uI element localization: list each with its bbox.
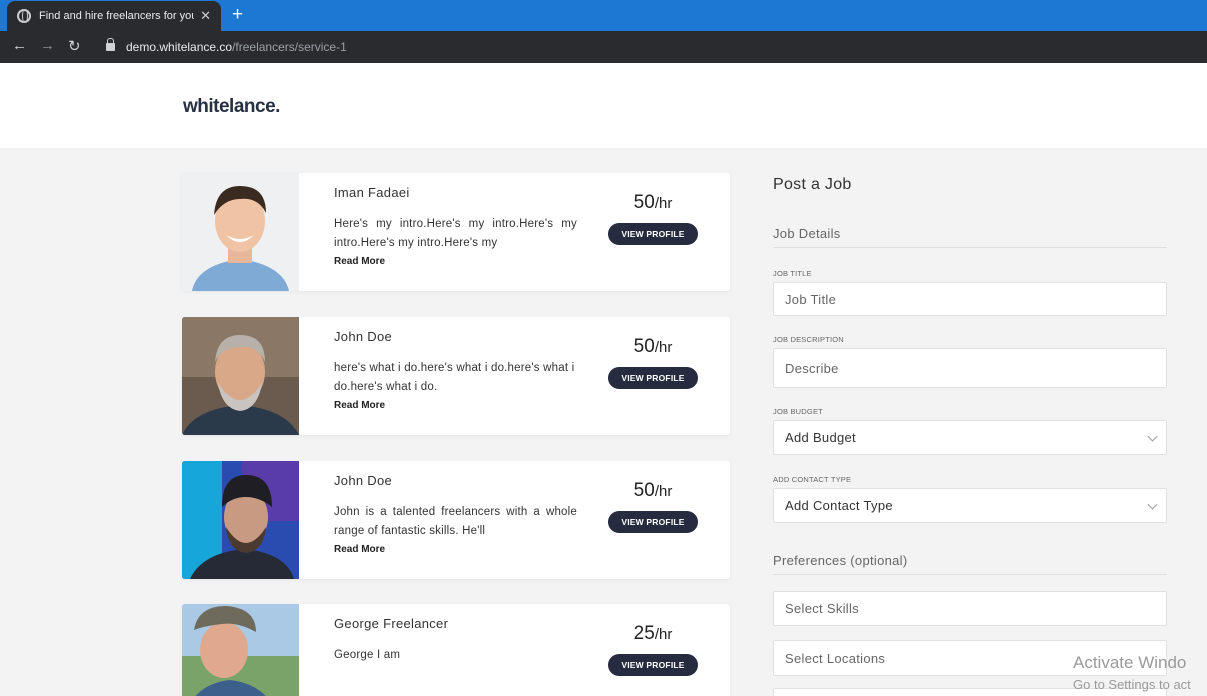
chevron-down-icon: [1147, 431, 1158, 442]
job-title-input[interactable]: Job Title: [773, 282, 1167, 316]
read-more-link[interactable]: Read More: [334, 400, 385, 411]
job-description-input[interactable]: Describe: [773, 348, 1167, 388]
avatar: [182, 317, 299, 435]
job-description-label: JOB DESCRIPTION: [773, 335, 844, 344]
rate-unit: /hr: [654, 483, 673, 500]
back-arrow-icon[interactable]: ←: [12, 37, 27, 54]
site-logo[interactable]: whitelance.: [183, 96, 280, 118]
hourly-rate: 50/hr: [608, 336, 698, 358]
site-header: whitelance.: [0, 63, 1207, 148]
rate-value: 50: [633, 480, 655, 501]
post-job-title: Post a Job: [773, 176, 852, 193]
freelancer-bio: Here's my intro.Here's my intro.Here's m…: [334, 218, 577, 249]
hourly-rate: 50/hr: [608, 480, 698, 502]
reload-icon[interactable]: ↻: [68, 37, 81, 55]
freelancer-bio: George I am: [334, 649, 401, 661]
hourly-rate: 25/hr: [608, 623, 698, 645]
view-profile-button[interactable]: VIEW PROFILE: [608, 654, 698, 676]
rate-unit: /hr: [654, 195, 673, 212]
skills-input[interactable]: Select Skills: [773, 591, 1167, 626]
preferences-heading: Preferences (optional): [773, 553, 1167, 575]
job-budget-label: JOB BUDGET: [773, 407, 823, 416]
url-host: demo.whitelance.co: [126, 40, 233, 54]
freelancer-name: John Doe: [334, 329, 393, 344]
avatar: [182, 461, 299, 579]
freelancer-name: John Doe: [334, 473, 393, 488]
rate-value: 50: [633, 192, 655, 213]
rate-unit: /hr: [654, 626, 673, 643]
read-more-link[interactable]: Read More: [334, 544, 385, 555]
rate-value: 50: [633, 336, 655, 357]
freelancer-bio: John is a talented freelancers with a wh…: [334, 506, 577, 537]
contact-type-label: ADD CONTACT TYPE: [773, 475, 852, 484]
chevron-down-icon: [1147, 499, 1158, 510]
forward-arrow-icon[interactable]: →: [40, 37, 55, 54]
rate-value: 25: [633, 623, 655, 644]
activate-windows-watermark: Activate Windo Go to Settings to act: [1073, 652, 1191, 696]
view-profile-button[interactable]: VIEW PROFILE: [608, 511, 698, 533]
freelancer-card: Iman Fadaei Here's my intro.Here's my in…: [182, 173, 730, 291]
browser-tab-bar: Find and hire freelancers for you ✕ +: [0, 0, 1207, 31]
freelancer-card: John Doe John is a talented freelancers …: [182, 461, 730, 579]
close-icon[interactable]: ✕: [200, 8, 211, 24]
read-more-link[interactable]: Read More: [334, 256, 385, 267]
freelancer-bio: here's what i do.here's what i do.here's…: [334, 362, 575, 393]
browser-tab[interactable]: Find and hire freelancers for you ✕: [7, 1, 221, 31]
freelancer-name: Iman Fadaei: [334, 185, 410, 200]
job-budget-select[interactable]: Add Budget: [773, 420, 1167, 455]
hourly-rate: 50/hr: [608, 192, 698, 214]
rate-unit: /hr: [654, 339, 673, 356]
freelancer-card: George Freelancer George I am 25/hr VIEW…: [182, 604, 730, 696]
freelancer-name: George Freelancer: [334, 616, 449, 631]
new-tab-icon[interactable]: +: [232, 5, 243, 24]
browser-toolbar: ← → ↻ demo.whitelance.co/freelancers/ser…: [0, 31, 1207, 63]
job-details-heading: Job Details: [773, 226, 1167, 248]
lock-icon[interactable]: [106, 38, 115, 51]
contact-type-select[interactable]: Add Contact Type: [773, 488, 1167, 523]
url-path: /freelancers/service-1: [232, 40, 347, 54]
avatar: [182, 604, 299, 696]
view-profile-button[interactable]: VIEW PROFILE: [608, 223, 698, 245]
watermark-title: Activate Windo: [1073, 653, 1187, 672]
contact-type-value: Add Contact Type: [785, 498, 893, 513]
globe-icon: [17, 9, 31, 23]
job-budget-value: Add Budget: [785, 430, 856, 445]
tab-title: Find and hire freelancers for you: [39, 10, 195, 22]
avatar: [182, 173, 299, 291]
watermark-subtitle: Go to Settings to act: [1073, 677, 1191, 692]
job-title-label: JOB TITLE: [773, 269, 812, 278]
freelancer-card: John Doe here's what i do.here's what i …: [182, 317, 730, 435]
address-bar[interactable]: demo.whitelance.co/freelancers/service-1: [126, 40, 347, 54]
view-profile-button[interactable]: VIEW PROFILE: [608, 367, 698, 389]
